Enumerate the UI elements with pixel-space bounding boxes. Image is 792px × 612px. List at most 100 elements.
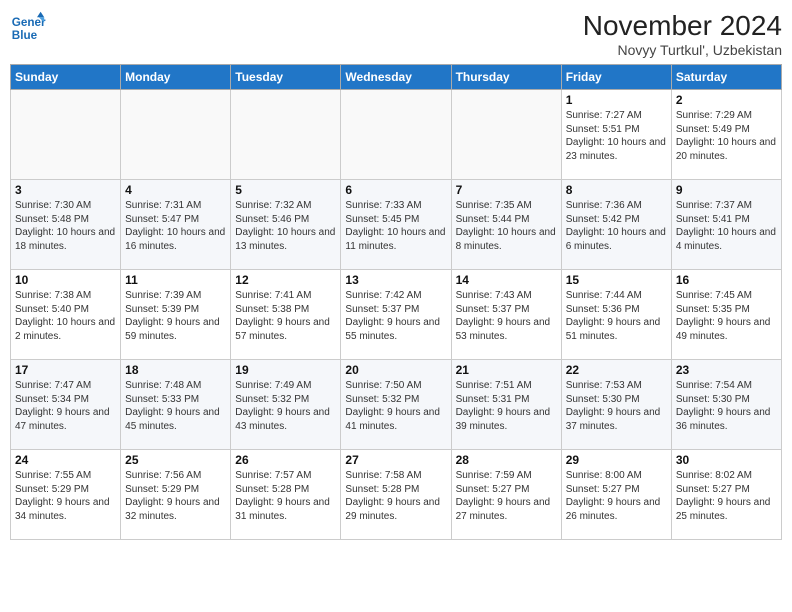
day-header-friday: Friday [561,65,671,90]
day-info: Sunset: 5:44 PM [456,213,557,227]
day-info: Sunset: 5:28 PM [345,483,446,497]
day-info: Daylight: 9 hours and 53 minutes. [456,316,557,343]
calendar-cell: 13 Sunrise: 7:42 AMSunset: 5:37 PMDayligh… [341,270,451,360]
day-number: 27 [345,453,446,467]
day-info: Sunrise: 7:57 AM [235,469,336,483]
day-info: Sunrise: 7:48 AM [125,379,226,393]
day-info: Sunrise: 7:45 AM [676,289,777,303]
day-info: Sunset: 5:37 PM [456,303,557,317]
day-info: Sunrise: 7:30 AM [15,199,116,213]
day-number: 20 [345,363,446,377]
calendar-cell [121,90,231,180]
day-number: 22 [566,363,667,377]
day-number: 13 [345,273,446,287]
day-info: Sunrise: 8:00 AM [566,469,667,483]
day-info: Sunset: 5:37 PM [345,303,446,317]
calendar-cell: 23 Sunrise: 7:54 AMSunset: 5:30 PMDayligh… [671,360,781,450]
calendar-cell: 11Sunrise: 7:39 AMSunset: 5:39 PMDayligh… [121,270,231,360]
calendar-cell: 22Sunrise: 7:53 AMSunset: 5:30 PMDayligh… [561,360,671,450]
calendar-cell: 29Sunrise: 8:00 AMSunset: 5:27 PMDayligh… [561,450,671,540]
day-number: 12 [235,273,336,287]
calendar-cell: 20 Sunrise: 7:50 AMSunset: 5:32 PMDayligh… [341,360,451,450]
day-info: Daylight: 9 hours and 45 minutes. [125,406,226,433]
day-number: 5 [235,183,336,197]
day-number: 24 [15,453,116,467]
day-header-wednesday: Wednesday [341,65,451,90]
day-info: Sunrise: 7:37 AM [676,199,777,213]
calendar-cell: 19Sunrise: 7:49 AMSunset: 5:32 PMDayligh… [231,360,341,450]
calendar-cell: 1Sunrise: 7:27 AMSunset: 5:51 PMDaylight… [561,90,671,180]
day-number: 19 [235,363,336,377]
calendar-cell: 18 Sunrise: 7:48 AMSunset: 5:33 PMDayligh… [121,360,231,450]
day-info: Daylight: 9 hours and 31 minutes. [235,496,336,523]
calendar-cell: 26Sunrise: 7:57 AMSunset: 5:28 PMDayligh… [231,450,341,540]
day-number: 14 [456,273,557,287]
day-info: Daylight: 9 hours and 34 minutes. [15,496,116,523]
day-number: 28 [456,453,557,467]
day-info: Sunrise: 7:36 AM [566,199,667,213]
day-info: Sunrise: 7:42 AM [345,289,446,303]
calendar-cell [341,90,451,180]
day-info: Sunset: 5:33 PM [125,393,226,407]
calendar-cell: 27Sunrise: 7:58 AMSunset: 5:28 PMDayligh… [341,450,451,540]
day-info: Daylight: 9 hours and 37 minutes. [566,406,667,433]
day-info: Sunset: 5:34 PM [15,393,116,407]
day-info: Sunset: 5:48 PM [15,213,116,227]
day-number: 18 [125,363,226,377]
calendar-body: 1Sunrise: 7:27 AMSunset: 5:51 PMDaylight… [11,90,782,540]
day-header-saturday: Saturday [671,65,781,90]
day-info: Daylight: 9 hours and 36 minutes. [676,406,777,433]
day-number: 10 [15,273,116,287]
day-info: Daylight: 9 hours and 41 minutes. [345,406,446,433]
day-number: 6 [345,183,446,197]
day-info: Daylight: 10 hours and 23 minutes. [566,136,667,163]
day-number: 11 [125,273,226,287]
day-info: Sunset: 5:32 PM [345,393,446,407]
day-number: 23 [676,363,777,377]
day-info: Daylight: 9 hours and 57 minutes. [235,316,336,343]
calendar-cell: 6Sunrise: 7:33 AMSunset: 5:45 PMDaylight… [341,180,451,270]
day-info: Sunrise: 7:50 AM [345,379,446,393]
calendar-week-2: 3Sunrise: 7:30 AMSunset: 5:48 PMDaylight… [11,180,782,270]
day-info: Daylight: 9 hours and 32 minutes. [125,496,226,523]
month-title: November 2024 [583,10,782,42]
day-info: Sunset: 5:32 PM [235,393,336,407]
calendar-cell: 14Sunrise: 7:43 AMSunset: 5:37 PMDayligh… [451,270,561,360]
day-info: Daylight: 9 hours and 59 minutes. [125,316,226,343]
calendar-cell: 5Sunrise: 7:32 AMSunset: 5:46 PMDaylight… [231,180,341,270]
day-info: Sunset: 5:30 PM [676,393,777,407]
day-info: Daylight: 9 hours and 49 minutes. [676,316,777,343]
day-info: Daylight: 9 hours and 27 minutes. [456,496,557,523]
day-info: Sunrise: 7:44 AM [566,289,667,303]
day-info: Sunrise: 7:29 AM [676,109,777,123]
calendar-cell: 10Sunrise: 7:38 AMSunset: 5:40 PMDayligh… [11,270,121,360]
day-info: Sunset: 5:45 PM [345,213,446,227]
day-number: 2 [676,93,777,107]
day-number: 7 [456,183,557,197]
day-number: 4 [125,183,226,197]
logo: General Blue [10,10,46,46]
day-info: Daylight: 10 hours and 2 minutes. [15,316,116,343]
calendar-cell: 30Sunrise: 8:02 AMSunset: 5:27 PMDayligh… [671,450,781,540]
day-info: Daylight: 10 hours and 20 minutes. [676,136,777,163]
day-number: 29 [566,453,667,467]
calendar-cell: 15Sunrise: 7:44 AMSunset: 5:36 PMDayligh… [561,270,671,360]
calendar-cell [231,90,341,180]
day-info: Sunset: 5:28 PM [235,483,336,497]
day-info: Sunrise: 7:27 AM [566,109,667,123]
calendar-cell [451,90,561,180]
day-info: Sunrise: 7:54 AM [676,379,777,393]
day-info: Sunrise: 7:53 AM [566,379,667,393]
day-info: Sunset: 5:35 PM [676,303,777,317]
day-info: Sunrise: 7:39 AM [125,289,226,303]
logo-icon: General Blue [10,10,46,46]
day-info: Sunset: 5:38 PM [235,303,336,317]
calendar-cell: 25Sunrise: 7:56 AMSunset: 5:29 PMDayligh… [121,450,231,540]
day-info: Sunrise: 7:49 AM [235,379,336,393]
calendar-cell: 12Sunrise: 7:41 AMSunset: 5:38 PMDayligh… [231,270,341,360]
day-number: 15 [566,273,667,287]
day-info: Sunrise: 7:38 AM [15,289,116,303]
day-info: Daylight: 9 hours and 55 minutes. [345,316,446,343]
calendar-cell: 9Sunrise: 7:37 AMSunset: 5:41 PMDaylight… [671,180,781,270]
day-info: Daylight: 9 hours and 29 minutes. [345,496,446,523]
